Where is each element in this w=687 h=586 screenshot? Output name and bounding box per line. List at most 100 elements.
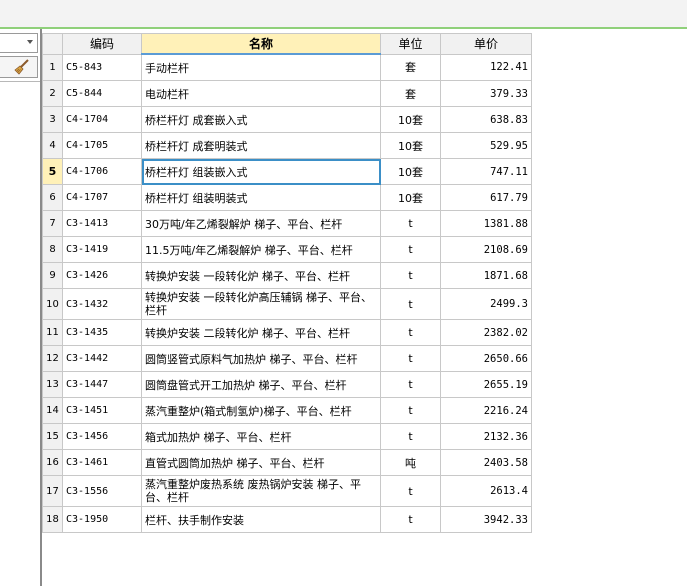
table-row[interactable]: 4 C4-1705 桥栏杆灯 成套明装式 10套 529.95 [42, 132, 532, 159]
name-cell[interactable]: 桥栏杆灯 成套明装式 [141, 132, 381, 159]
row-number[interactable]: 13 [42, 371, 63, 398]
table-row[interactable]: 9 C3-1426 转换炉安装 一段转化炉 梯子、平台、栏杆 t 1871.68 [42, 262, 532, 289]
code-column-header[interactable]: 编码 [62, 33, 142, 55]
price-cell[interactable]: 2403.58 [440, 449, 532, 476]
price-cell[interactable]: 1871.68 [440, 262, 532, 289]
unit-cell[interactable]: t [380, 423, 441, 450]
unit-cell[interactable]: t [380, 506, 441, 533]
row-number[interactable]: 7 [42, 210, 63, 237]
code-cell[interactable]: C4-1704 [62, 106, 142, 133]
name-cell[interactable]: 桥栏杆灯 成套嵌入式 [141, 106, 381, 133]
code-cell[interactable]: C3-1447 [62, 371, 142, 398]
unit-column-header[interactable]: 单位 [380, 33, 441, 55]
code-cell[interactable]: C3-1413 [62, 210, 142, 237]
name-cell[interactable]: 转换炉安装 一段转化炉 梯子、平台、栏杆 [141, 262, 381, 289]
code-cell[interactable]: C4-1706 [62, 158, 142, 185]
price-cell[interactable]: 2613.4 [440, 475, 532, 507]
name-cell[interactable]: 30万吨/年乙烯裂解炉 梯子、平台、栏杆 [141, 210, 381, 237]
row-number[interactable]: 18 [42, 506, 63, 533]
row-number[interactable]: 4 [42, 132, 63, 159]
code-cell[interactable]: C4-1707 [62, 184, 142, 211]
code-cell[interactable]: C3-1435 [62, 319, 142, 346]
price-cell[interactable]: 2382.02 [440, 319, 532, 346]
price-cell[interactable]: 2655.19 [440, 371, 532, 398]
table-row[interactable]: 3 C4-1704 桥栏杆灯 成套嵌入式 10套 638.83 [42, 106, 532, 133]
unit-cell[interactable]: t [380, 345, 441, 372]
table-row[interactable]: 6 C4-1707 桥栏杆灯 组装明装式 10套 617.79 [42, 184, 532, 211]
name-cell-selected[interactable]: 桥栏杆灯 组装嵌入式 [141, 158, 381, 185]
name-cell[interactable]: 桥栏杆灯 组装明装式 [141, 184, 381, 211]
table-row[interactable]: 7 C3-1413 30万吨/年乙烯裂解炉 梯子、平台、栏杆 t 1381.88 [42, 210, 532, 237]
unit-cell[interactable]: 10套 [380, 106, 441, 133]
chevron-down-icon[interactable] [27, 40, 33, 44]
price-cell[interactable]: 2650.66 [440, 345, 532, 372]
row-number[interactable]: 1 [42, 53, 63, 81]
table-row[interactable]: 15 C3-1456 箱式加热炉 梯子、平台、栏杆 t 2132.36 [42, 423, 532, 450]
code-cell[interactable]: C3-1950 [62, 506, 142, 533]
code-cell[interactable]: C4-1705 [62, 132, 142, 159]
unit-cell[interactable]: 套 [380, 53, 441, 81]
name-cell[interactable]: 栏杆、扶手制作安装 [141, 506, 381, 533]
unit-cell[interactable]: t [380, 475, 441, 507]
clear-filter-button[interactable] [0, 56, 38, 78]
price-cell[interactable]: 2216.24 [440, 397, 532, 424]
table-row[interactable]: 17 C3-1556 蒸汽重整炉废热系统 废热锅炉安装 梯子、平台、栏杆 t 2… [42, 475, 532, 507]
name-cell[interactable]: 转换炉安装 二段转化炉 梯子、平台、栏杆 [141, 319, 381, 346]
code-cell[interactable]: C3-1442 [62, 345, 142, 372]
name-column-header[interactable]: 名称 [141, 33, 381, 55]
price-cell[interactable]: 2499.3 [440, 288, 532, 320]
unit-cell[interactable]: 吨 [380, 449, 441, 476]
table-row[interactable]: 14 C3-1451 蒸汽重整炉(箱式制氢炉)梯子、平台、栏杆 t 2216.2… [42, 397, 532, 424]
code-cell[interactable]: C3-1426 [62, 262, 142, 289]
row-number[interactable]: 3 [42, 106, 63, 133]
filter-dropdown[interactable] [0, 33, 38, 53]
row-number[interactable]: 16 [42, 449, 63, 476]
table-row[interactable]: 13 C3-1447 圆筒盘管式开工加热炉 梯子、平台、栏杆 t 2655.19 [42, 371, 532, 398]
row-number[interactable]: 15 [42, 423, 63, 450]
price-cell[interactable]: 529.95 [440, 132, 532, 159]
row-number[interactable]: 12 [42, 345, 63, 372]
price-cell[interactable]: 379.33 [440, 80, 532, 107]
unit-cell[interactable]: 10套 [380, 184, 441, 211]
price-cell[interactable]: 122.41 [440, 53, 532, 81]
code-cell[interactable]: C5-844 [62, 80, 142, 107]
price-cell[interactable]: 638.83 [440, 106, 532, 133]
price-cell[interactable]: 3942.33 [440, 506, 532, 533]
table-row[interactable]: 2 C5-844 电动栏杆 套 379.33 [42, 80, 532, 107]
row-number[interactable]: 8 [42, 236, 63, 263]
row-number[interactable]: 9 [42, 262, 63, 289]
row-number[interactable]: 11 [42, 319, 63, 346]
name-cell[interactable]: 圆筒竖管式原料气加热炉 梯子、平台、栏杆 [141, 345, 381, 372]
name-cell[interactable]: 转换炉安装 一段转化炉高压辅锅 梯子、平台、栏杆 [141, 288, 381, 320]
row-number[interactable]: 14 [42, 397, 63, 424]
unit-cell[interactable]: t [380, 397, 441, 424]
table-row[interactable]: 8 C3-1419 11.5万吨/年乙烯裂解炉 梯子、平台、栏杆 t 2108.… [42, 236, 532, 263]
name-cell[interactable]: 蒸汽重整炉废热系统 废热锅炉安装 梯子、平台、栏杆 [141, 475, 381, 507]
table-row[interactable]: 18 C3-1950 栏杆、扶手制作安装 t 3942.33 [42, 506, 532, 533]
unit-cell[interactable]: t [380, 319, 441, 346]
price-cell[interactable]: 1381.88 [440, 210, 532, 237]
table-row-selected[interactable]: 5 C4-1706 桥栏杆灯 组装嵌入式 10套 747.11 [42, 158, 532, 185]
price-cell[interactable]: 747.11 [440, 158, 532, 185]
row-number[interactable]: 10 [42, 288, 63, 320]
code-cell[interactable]: C3-1419 [62, 236, 142, 263]
code-cell[interactable]: C3-1461 [62, 449, 142, 476]
unit-cell[interactable]: 10套 [380, 158, 441, 185]
unit-cell[interactable]: t [380, 236, 441, 263]
name-cell[interactable]: 手动栏杆 [141, 53, 381, 81]
price-cell[interactable]: 617.79 [440, 184, 532, 211]
row-number[interactable]: 5 [42, 158, 63, 185]
row-number[interactable]: 17 [42, 475, 63, 507]
unit-cell[interactable]: t [380, 262, 441, 289]
price-column-header[interactable]: 单价 [440, 33, 532, 55]
unit-cell[interactable]: t [380, 210, 441, 237]
table-row[interactable]: 11 C3-1435 转换炉安装 二段转化炉 梯子、平台、栏杆 t 2382.0… [42, 319, 532, 346]
code-cell[interactable]: C3-1456 [62, 423, 142, 450]
name-cell[interactable]: 电动栏杆 [141, 80, 381, 107]
row-number-header[interactable] [42, 33, 63, 55]
unit-cell[interactable]: t [380, 288, 441, 320]
table-row[interactable]: 1 C5-843 手动栏杆 套 122.41 [42, 53, 532, 81]
name-cell[interactable]: 圆筒盘管式开工加热炉 梯子、平台、栏杆 [141, 371, 381, 398]
name-cell[interactable]: 蒸汽重整炉(箱式制氢炉)梯子、平台、栏杆 [141, 397, 381, 424]
table-row[interactable]: 16 C3-1461 直管式圆筒加热炉 梯子、平台、栏杆 吨 2403.58 [42, 449, 532, 476]
